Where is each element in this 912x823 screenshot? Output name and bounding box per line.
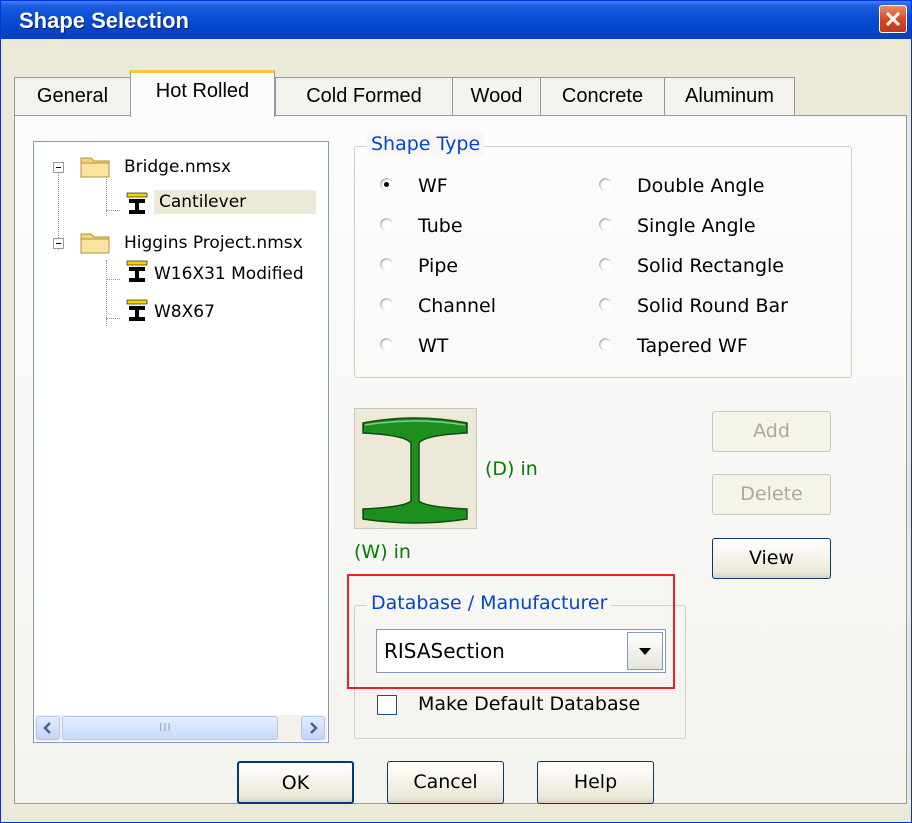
radio-double-angle[interactable]: Double Angle: [598, 175, 764, 197]
window-title: Shape Selection: [19, 8, 189, 33]
radio-tapered-wf[interactable]: Tapered WF: [598, 335, 748, 357]
project-tree[interactable]: Bridge.nmsx Cantilever Higgins Project.n…: [33, 141, 329, 743]
radio-single-angle[interactable]: Single Angle: [598, 215, 756, 237]
scroll-right-button[interactable]: [301, 716, 325, 740]
radio-icon: [598, 337, 613, 352]
wide-flange-shape-icon: [362, 417, 468, 524]
ok-button[interactable]: OK: [237, 761, 354, 804]
radio-icon: [598, 217, 613, 232]
help-button[interactable]: Help: [537, 761, 654, 804]
radio-icon: [598, 257, 613, 272]
tree-item-bridge[interactable]: Bridge.nmsx: [124, 157, 231, 177]
tree-item-w8x67[interactable]: W8X67: [154, 302, 215, 322]
radio-selected-icon: [379, 177, 394, 192]
radio-icon: [379, 257, 394, 272]
radio-channel[interactable]: Channel: [379, 295, 496, 317]
tab-aluminum[interactable]: Aluminum: [664, 77, 795, 115]
dropdown-button[interactable]: [627, 632, 663, 670]
arrow-left-icon: [43, 722, 51, 734]
depth-label: (D) in: [485, 458, 538, 480]
tab-cold-formed[interactable]: Cold Formed: [275, 77, 453, 115]
radio-tube[interactable]: Tube: [379, 215, 463, 237]
tab-wood[interactable]: Wood: [452, 77, 541, 115]
wf-beam-icon: [126, 192, 148, 214]
collapse-icon[interactable]: [53, 238, 64, 249]
radio-icon: [379, 297, 394, 312]
collapse-icon[interactable]: [53, 162, 64, 173]
database-select-value: RISASection: [384, 639, 505, 663]
horizontal-scrollbar[interactable]: III: [35, 715, 327, 741]
chevron-down-icon: [639, 648, 651, 655]
tree-item-higgins-project[interactable]: Higgins Project.nmsx: [124, 233, 303, 253]
width-label: (W) in: [354, 541, 411, 563]
title-bar[interactable]: Shape Selection: [1, 1, 911, 39]
close-icon: [885, 11, 901, 27]
make-default-checkbox[interactable]: [377, 695, 397, 715]
close-button[interactable]: [879, 5, 907, 33]
radio-icon: [379, 217, 394, 232]
arrow-right-icon: [310, 722, 318, 734]
scroll-grip: III: [159, 721, 172, 734]
tree-item-w16x31-modified[interactable]: W16X31 Modified: [154, 264, 324, 284]
scroll-thumb[interactable]: III: [62, 716, 278, 740]
radio-icon: [598, 177, 613, 192]
database-select[interactable]: RISASection: [376, 629, 666, 673]
radio-wt[interactable]: WT: [379, 335, 448, 357]
view-button[interactable]: View: [712, 538, 831, 579]
shape-selection-dialog: Shape Selection General Hot Rolled Cold …: [0, 0, 912, 823]
scroll-left-button[interactable]: [36, 716, 60, 740]
wf-beam-icon: [126, 299, 148, 321]
folder-icon: [80, 157, 110, 178]
cancel-button[interactable]: Cancel: [387, 761, 504, 804]
radio-solid-rectangle[interactable]: Solid Rectangle: [598, 255, 784, 277]
folder-icon: [80, 233, 110, 254]
radio-pipe[interactable]: Pipe: [379, 255, 458, 277]
radio-solid-round-bar[interactable]: Solid Round Bar: [598, 295, 788, 317]
radio-wf[interactable]: WF: [379, 175, 448, 197]
tab-general[interactable]: General: [14, 77, 131, 115]
tab-concrete[interactable]: Concrete: [540, 77, 665, 115]
tab-hot-rolled[interactable]: Hot Rolled: [130, 70, 275, 117]
wf-beam-icon: [126, 260, 148, 282]
add-button[interactable]: Add: [712, 411, 831, 452]
radio-icon: [379, 337, 394, 352]
shape-preview: [354, 408, 477, 529]
tree-item-cantilever[interactable]: Cantilever: [154, 190, 316, 214]
make-default-label: Make Default Database: [418, 693, 641, 715]
radio-icon: [598, 297, 613, 312]
delete-button[interactable]: Delete: [712, 474, 831, 515]
shape-type-legend: Shape Type: [367, 133, 485, 155]
